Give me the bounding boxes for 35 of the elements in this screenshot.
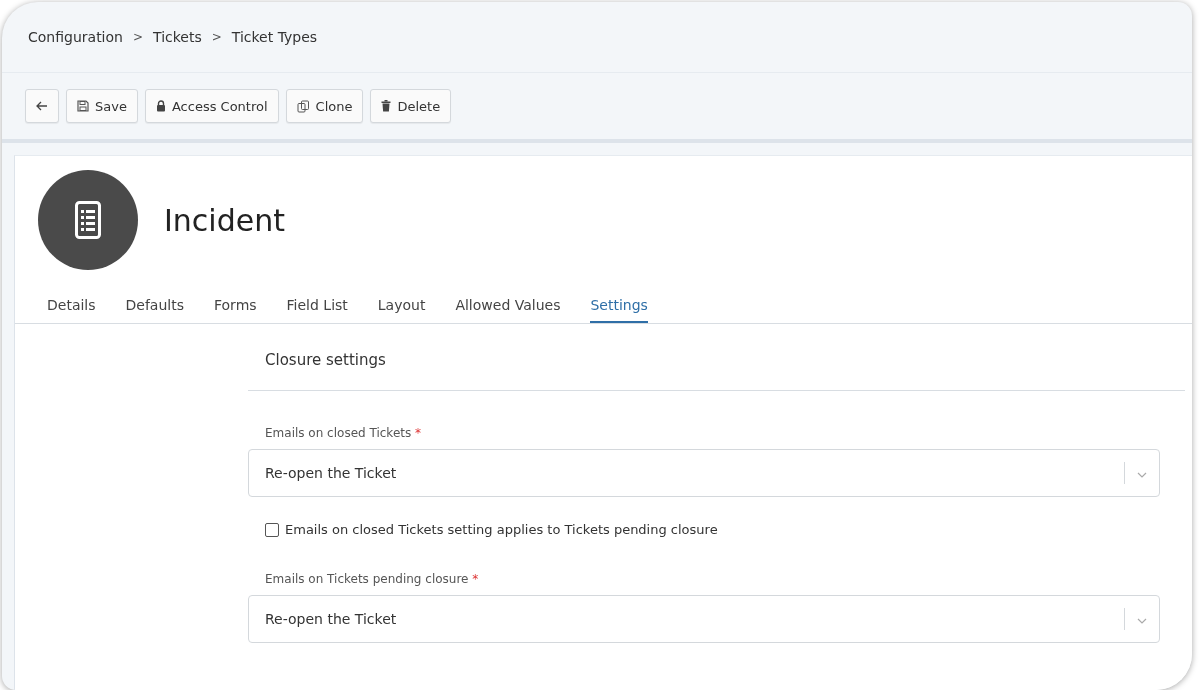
trash-icon bbox=[381, 100, 392, 112]
tab[interactable]: Forms bbox=[214, 297, 257, 323]
section-title: Closure settings bbox=[248, 324, 1185, 391]
tab[interactable]: Defaults bbox=[125, 297, 184, 323]
field-label: Emails on Tickets pending closure bbox=[265, 572, 469, 586]
clone-icon bbox=[296, 99, 310, 113]
tab[interactable]: Settings bbox=[590, 297, 648, 323]
lock-icon bbox=[155, 100, 166, 112]
list-document-icon bbox=[75, 201, 101, 239]
breadcrumb-separator: > bbox=[211, 30, 222, 44]
back-button[interactable] bbox=[25, 89, 59, 123]
required-asterisk: * bbox=[415, 426, 422, 440]
access-control-button[interactable]: Access Control bbox=[144, 89, 279, 123]
breadcrumb-link[interactable]: Ticket Types bbox=[231, 29, 318, 45]
tab[interactable]: Field List bbox=[286, 297, 348, 323]
field-label: Emails on closed Tickets bbox=[265, 426, 412, 440]
checkbox[interactable] bbox=[265, 522, 279, 537]
back-arrow-icon bbox=[36, 101, 48, 111]
breadcrumb-link[interactable]: Tickets bbox=[153, 29, 202, 45]
breadcrumb-separator: > bbox=[132, 30, 143, 44]
breadcrumb-link[interactable]: Configuration bbox=[28, 29, 123, 45]
save-button[interactable]: Save bbox=[66, 89, 138, 123]
tab[interactable]: Details bbox=[47, 297, 96, 323]
chevron-down-icon bbox=[1137, 618, 1147, 624]
chevron-down-icon bbox=[1137, 472, 1147, 478]
tab[interactable]: Layout bbox=[377, 297, 426, 323]
clone-button[interactable]: Clone bbox=[285, 89, 364, 123]
checkbox-label: Emails on closed Tickets setting applies to Tickets pending closure bbox=[285, 522, 718, 537]
save-icon bbox=[77, 100, 89, 112]
dropdown-field[interactable]: Re-open the Ticket bbox=[248, 449, 1160, 497]
delete-button[interactable]: Delete bbox=[370, 89, 452, 123]
dropdown-field[interactable]: Re-open the Ticket bbox=[248, 595, 1160, 643]
required-asterisk: * bbox=[472, 572, 479, 586]
tab[interactable]: Allowed Values bbox=[455, 297, 561, 323]
page-title: Incident bbox=[164, 202, 285, 238]
